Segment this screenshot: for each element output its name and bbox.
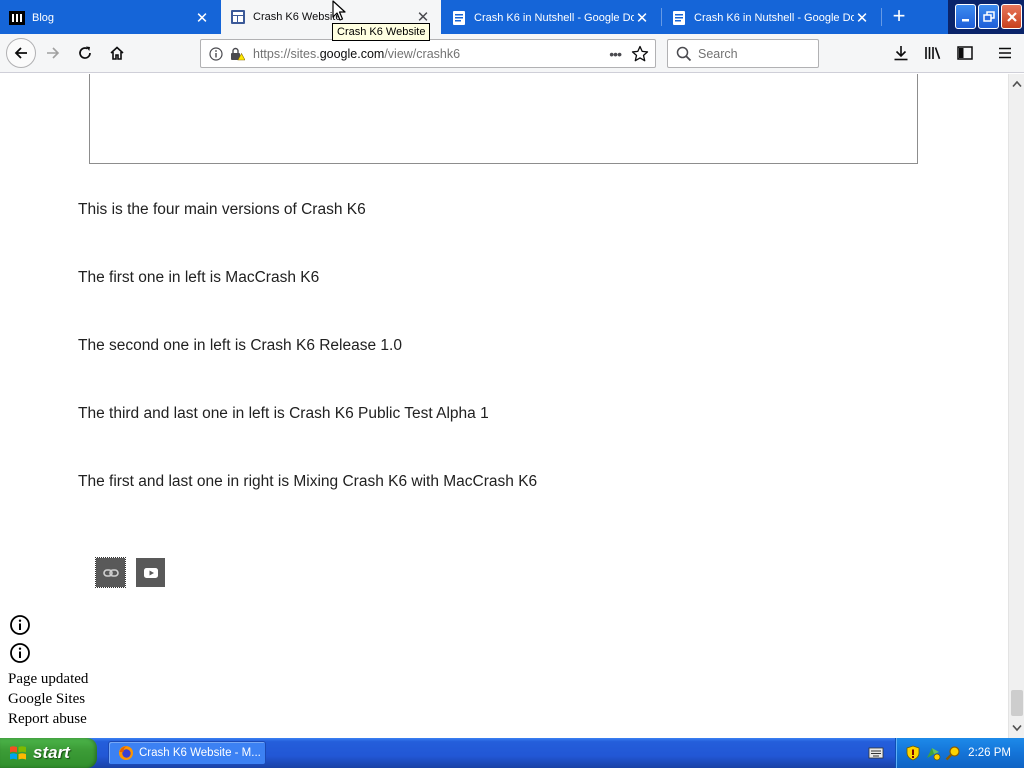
minimize-button[interactable]: [955, 4, 976, 29]
embedded-content-frame[interactable]: [89, 74, 918, 164]
page-content: This is the four main versions of Crash …: [0, 74, 1008, 738]
navigation-toolbar: https://sites.google.com/view/crashk6 ••…: [0, 34, 1024, 73]
taskbar-window-label: Crash K6 Website - M...: [139, 747, 261, 759]
hamburger-menu-icon: [999, 47, 1011, 59]
search-magnifier-icon[interactable]: [945, 745, 961, 761]
windows-taskbar: start Crash K6 Website - M... 2:26 PM: [0, 738, 1024, 768]
firefox-icon: [118, 745, 134, 761]
tab-title: Blog: [32, 11, 55, 24]
mouse-cursor-icon: [332, 0, 346, 27]
tab-title: Crash K6 in Nutshell - Google Doc: [694, 11, 854, 24]
youtube-social-button[interactable]: [136, 558, 165, 587]
home-button[interactable]: [102, 38, 132, 68]
info-icon[interactable]: [9, 642, 31, 664]
google-docs-favicon-icon: [451, 10, 467, 26]
sidebar-toggle-button[interactable]: [950, 38, 980, 68]
tab-title: Crash K6 in Nutshell - Google Doc: [474, 11, 634, 24]
search-icon: [676, 46, 692, 62]
close-tab-icon[interactable]: ✕: [854, 10, 870, 27]
url-text: https://sites.google.com/view/crashk6: [253, 47, 460, 61]
download-icon: [894, 46, 908, 61]
site-info-icon[interactable]: [209, 46, 223, 61]
library-icon: [925, 47, 941, 60]
minimize-icon: [961, 18, 969, 21]
tab-crash-k6-doc-2[interactable]: Crash K6 in Nutshell - Google Doc ✕: [662, 1, 880, 34]
google-docs-favicon-icon: [671, 10, 687, 26]
tab-blog[interactable]: Blog ✕: [0, 1, 220, 34]
youtube-icon: [143, 567, 158, 578]
start-label: start: [33, 743, 70, 762]
page-actions-button[interactable]: •••: [609, 46, 622, 62]
url-domain: google.com: [319, 46, 385, 61]
tab-strip: Blog ✕ Crash K6 Website ✕ Crash K6 in Nu…: [0, 0, 1024, 34]
tab-crash-k6-doc-1[interactable]: Crash K6 in Nutshell - Google Doc ✕: [442, 1, 660, 34]
blog-favicon-icon: [9, 10, 25, 26]
keyboard-language-icon[interactable]: [868, 746, 884, 760]
window-controls: [955, 4, 1022, 29]
library-button[interactable]: [918, 38, 948, 68]
search-input[interactable]: [698, 46, 808, 61]
restore-button[interactable]: [978, 4, 999, 29]
taskbar-clock: 2:26 PM: [968, 747, 1011, 759]
forward-arrow-icon: [47, 47, 60, 59]
url-prefix: https://sites.: [253, 46, 320, 61]
system-tray: 2:26 PM: [895, 738, 1024, 768]
bookmark-star-icon[interactable]: [631, 45, 649, 63]
sidebar-icon: [957, 46, 973, 60]
vertical-scrollbar[interactable]: [1008, 74, 1024, 738]
link-social-button[interactable]: [95, 557, 126, 588]
url-path: /view/crashk6: [384, 46, 461, 61]
scroll-up-arrow-icon[interactable]: [1009, 76, 1024, 92]
paragraph-second-left: The second one in left is Crash K6 Relea…: [78, 337, 402, 354]
search-bar[interactable]: [667, 39, 819, 68]
page-updated-text: Page updated: [8, 671, 89, 687]
scrollbar-thumb[interactable]: [1011, 690, 1023, 716]
paragraph-first-right: The first and last one in right is Mixin…: [78, 473, 538, 490]
new-tab-plus-icon[interactable]: +: [886, 4, 912, 30]
lock-warning-icon[interactable]: [229, 47, 245, 61]
reload-icon: [79, 46, 91, 59]
paragraph-third-left: The third and last one in left is Crash …: [78, 405, 489, 422]
google-sites-link[interactable]: Google Sites: [8, 691, 85, 708]
close-tab-icon[interactable]: ✕: [194, 10, 210, 27]
link-icon: [102, 568, 119, 577]
taskbar-firefox-window[interactable]: Crash K6 Website - M...: [108, 741, 266, 765]
address-bar[interactable]: https://sites.google.com/view/crashk6 ••…: [200, 39, 656, 68]
paragraph-first-left: The first one in left is MacCrash K6: [78, 269, 320, 286]
security-shield-icon[interactable]: [905, 745, 921, 761]
close-icon: [1006, 11, 1017, 22]
network-icon[interactable]: [925, 745, 941, 761]
google-sites-favicon-icon: [230, 9, 246, 25]
paragraph-intro: This is the four main versions of Crash …: [78, 201, 366, 218]
back-button[interactable]: [6, 38, 36, 68]
windows-logo-icon: [9, 744, 27, 762]
scroll-down-arrow-icon[interactable]: [1009, 720, 1024, 736]
tab-separator: [881, 8, 882, 26]
restore-icon: [982, 10, 995, 22]
close-tab-icon[interactable]: ✕: [634, 10, 650, 27]
report-abuse-link[interactable]: Report abuse: [8, 711, 87, 728]
close-window-button[interactable]: [1001, 4, 1022, 29]
forward-button[interactable]: [38, 38, 68, 68]
downloads-button[interactable]: [886, 38, 916, 68]
menu-button[interactable]: [990, 38, 1020, 68]
info-icon[interactable]: [9, 614, 31, 636]
home-icon: [110, 46, 124, 60]
start-button[interactable]: start: [0, 738, 97, 768]
tab-tooltip: Crash K6 Website: [332, 23, 431, 41]
reload-button[interactable]: [70, 38, 100, 68]
back-arrow-icon: [14, 47, 27, 59]
